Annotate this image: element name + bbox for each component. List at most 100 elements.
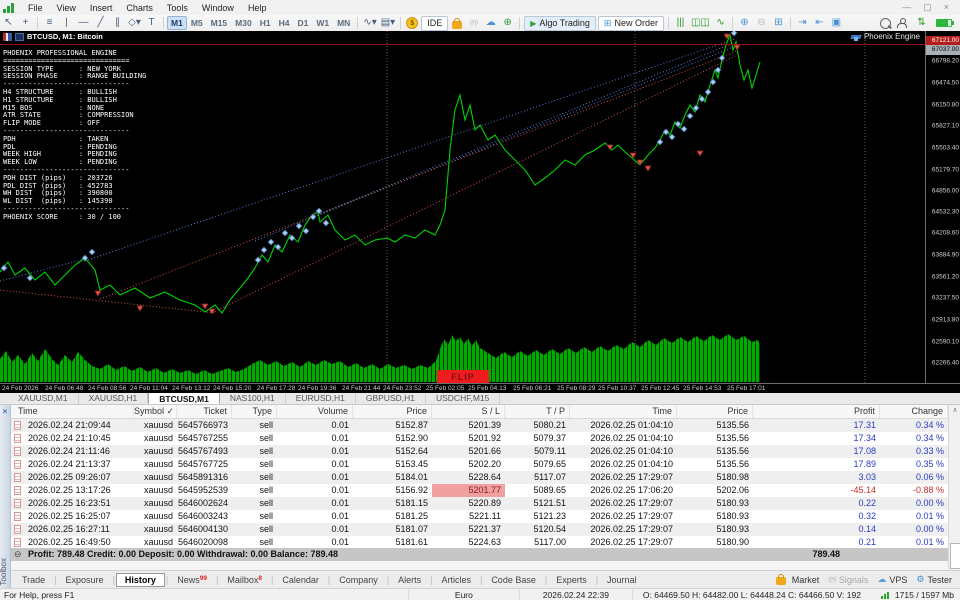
- column-header-time[interactable]: Time: [570, 405, 677, 418]
- table-scrollbar[interactable]: ∧: [948, 405, 960, 570]
- chart-tab-usdchf-m15[interactable]: USDCHF,M15: [426, 392, 501, 404]
- chart-area[interactable]: BTCUSD, M1: Bitcoin PHOENIX PROFESSIONAL…: [0, 31, 960, 393]
- timeframe-m5[interactable]: M5: [187, 16, 207, 30]
- candle-chart-icon[interactable]: ◫◫: [689, 16, 712, 30]
- ea-label[interactable]: Phoenix Engine: [851, 32, 920, 41]
- timeframe-d1[interactable]: D1: [293, 16, 312, 30]
- column-header-tp[interactable]: T / P: [505, 405, 570, 418]
- column-header-price[interactable]: Price: [353, 405, 432, 418]
- screenshot-camera-icon[interactable]: ▣: [828, 16, 845, 30]
- toolbox-tab-trade[interactable]: Trade: [14, 574, 53, 586]
- fundamentals-coin-icon[interactable]: $: [406, 17, 419, 29]
- cursor-icon[interactable]: ↖: [0, 16, 17, 30]
- chart-tab-xauusd-h1[interactable]: XAUUSD,H1: [79, 392, 149, 404]
- zoom-in-icon[interactable]: ⊕: [736, 16, 753, 30]
- crosshair-icon[interactable]: +: [17, 16, 34, 30]
- toolbox-tab-news[interactable]: News99: [169, 574, 215, 586]
- vps-cloud-icon[interactable]: ☁: [482, 16, 499, 30]
- menu-item-file[interactable]: File: [21, 0, 50, 15]
- lines-list-icon[interactable]: ≡: [41, 16, 58, 30]
- horizontal-line-icon[interactable]: —: [75, 16, 92, 30]
- algo-trading-button[interactable]: ▶ Algo Trading: [524, 15, 596, 31]
- timeframe-w1[interactable]: W1: [312, 16, 333, 30]
- account-icon[interactable]: [897, 18, 907, 28]
- toolbox-close-icon[interactable]: ×: [0, 407, 10, 416]
- column-header-symbol[interactable]: Symbol ✓: [134, 405, 177, 418]
- menu-item-view[interactable]: View: [50, 0, 83, 15]
- menu-item-window[interactable]: Window: [195, 0, 241, 15]
- time-axis[interactable]: 24 Feb 2026 24 Feb 06:48 24 Feb 08:56 24 Fe…: [0, 383, 960, 393]
- toolbox-tab-calendar[interactable]: Calendar: [274, 574, 327, 586]
- signals-icon[interactable]: ((•)): [465, 16, 482, 30]
- chart-tab-eurusd-h1[interactable]: EURUSD,H1: [286, 392, 356, 404]
- community-icon[interactable]: ⊕: [499, 16, 516, 30]
- signals-button[interactable]: ((•)) Signals: [828, 575, 868, 585]
- new-order-button[interactable]: ⊞ New Order: [597, 15, 664, 31]
- toolbox-tab-mailbox[interactable]: Mailbox8: [219, 574, 270, 586]
- column-header-profit[interactable]: Profit: [753, 405, 880, 418]
- minimize-button[interactable]: —: [897, 2, 916, 13]
- market-bag-icon[interactable]: [452, 17, 463, 29]
- column-header-sl[interactable]: S / L: [432, 405, 505, 418]
- menu-item-charts[interactable]: Charts: [119, 0, 160, 15]
- toolbox-tab-code-base[interactable]: Code Base: [483, 574, 544, 586]
- table-row[interactable]: 2026.02.24 21:11:46 xauusd 5645767493 sell 0…: [10, 445, 948, 458]
- tile-windows-icon[interactable]: ⊞: [770, 16, 787, 30]
- connection-icon[interactable]: ⇅: [913, 16, 930, 30]
- column-header-price[interactable]: Price: [677, 405, 753, 418]
- column-header-volume[interactable]: Volume: [277, 405, 353, 418]
- table-row[interactable]: 2026.02.25 16:27:11 xauusd 5646004130 sell 0…: [10, 523, 948, 536]
- table-row[interactable]: 2026.02.24 21:13:37 xauusd 5645767725 sell 0…: [10, 458, 948, 471]
- menu-item-help[interactable]: Help: [241, 0, 274, 15]
- market-button[interactable]: Market: [773, 574, 819, 585]
- bar-chart-icon[interactable]: |||: [672, 16, 689, 30]
- search-icon[interactable]: [880, 17, 891, 29]
- text-label-icon[interactable]: T: [143, 16, 160, 30]
- timeframe-h1[interactable]: H1: [256, 16, 275, 30]
- table-row[interactable]: 2026.02.24 21:09:44 xauusd 5645766973 sell 0…: [10, 419, 948, 432]
- toolbox-tab-articles[interactable]: Articles: [433, 574, 479, 586]
- line-chart-icon[interactable]: ∿: [712, 16, 729, 30]
- column-header-time[interactable]: Time: [10, 405, 134, 418]
- toolbox-tab-journal[interactable]: Journal: [599, 574, 645, 586]
- scroll-thumb[interactable]: [950, 543, 960, 569]
- price-axis[interactable]: 67121.00 67037.00 66798.20 66474.50 66150.…: [925, 31, 960, 383]
- vertical-line-icon[interactable]: |: [58, 16, 75, 30]
- vps-button[interactable]: ☁ VPS: [877, 574, 907, 585]
- column-header-change[interactable]: Change: [880, 405, 948, 418]
- column-header-ticket[interactable]: Ticket: [177, 405, 232, 418]
- toolbox-tab-alerts[interactable]: Alerts: [390, 574, 429, 586]
- trendline-icon[interactable]: ╱: [92, 16, 109, 30]
- equidistant-channel-icon[interactable]: ∥: [109, 16, 126, 30]
- close-button[interactable]: ×: [939, 2, 954, 13]
- indicators-icon[interactable]: ∿▾: [361, 16, 378, 30]
- chart-tab-btcusd-m1[interactable]: BTCUSD,M1: [148, 392, 220, 404]
- zoom-out-icon[interactable]: ⊖: [753, 16, 770, 30]
- toolbox-tab-exposure[interactable]: Exposure: [58, 574, 112, 586]
- collapse-icon[interactable]: ⊖: [14, 548, 22, 561]
- battery-icon[interactable]: [936, 19, 954, 27]
- toolbox-tab-experts[interactable]: Experts: [548, 574, 595, 586]
- timeframe-h4[interactable]: H4: [275, 16, 294, 30]
- shapes-icon[interactable]: ◇▾: [126, 16, 143, 30]
- timeframe-m1[interactable]: M1: [167, 16, 187, 30]
- templates-icon[interactable]: ▤▾: [379, 16, 397, 30]
- menu-item-insert[interactable]: Insert: [83, 0, 120, 15]
- auto-scroll-icon[interactable]: ⇤: [811, 16, 828, 30]
- table-row[interactable]: 2026.02.25 16:25:07 xauusd 5646003243 sell 0…: [10, 510, 948, 523]
- toolbox-tab-history[interactable]: History: [115, 572, 165, 587]
- chart-tab-gbpusd-h1[interactable]: GBPUSD,H1: [356, 392, 426, 404]
- menu-item-tools[interactable]: Tools: [160, 0, 195, 15]
- table-row[interactable]: 2026.02.25 16:23:51 xauusd 5646002624 sell 0…: [10, 497, 948, 510]
- restore-button[interactable]: ▢: [918, 2, 937, 13]
- timeframe-mn[interactable]: MN: [333, 16, 354, 30]
- scroll-up-icon[interactable]: ∧: [949, 405, 960, 416]
- chart-tab-nas100-h1[interactable]: NAS100,H1: [220, 392, 286, 404]
- column-header-type[interactable]: Type: [232, 405, 277, 418]
- timeframe-m30[interactable]: M30: [231, 16, 256, 30]
- shift-end-icon[interactable]: ⇥: [794, 16, 811, 30]
- table-row[interactable]: 2026.02.25 09:26:07 xauusd 5645891316 sell 0…: [10, 471, 948, 484]
- ide-button[interactable]: IDE: [421, 15, 449, 31]
- table-row[interactable]: 2026.02.25 13:17:26 xauusd 5645952539 sell 0…: [10, 484, 948, 497]
- tester-button[interactable]: ⚙ Tester: [916, 574, 952, 585]
